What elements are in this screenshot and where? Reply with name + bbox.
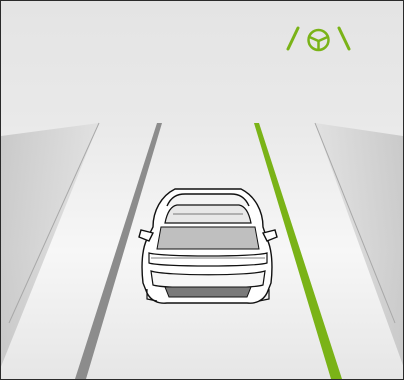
car-rear-view-icon xyxy=(138,188,278,304)
horizon-area xyxy=(1,1,403,123)
road-scene xyxy=(1,1,403,379)
adas-display xyxy=(0,0,404,380)
